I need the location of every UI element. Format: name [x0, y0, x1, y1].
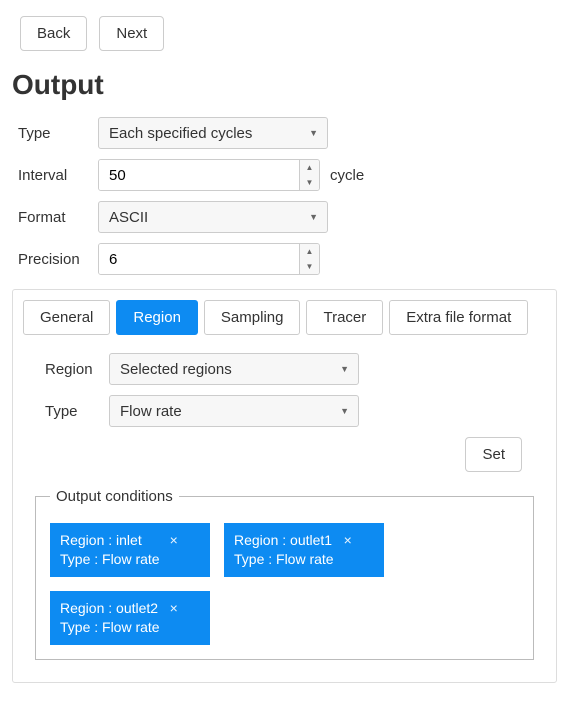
region-label: Region [27, 361, 109, 378]
type-select[interactable]: Each specified cycles [98, 117, 328, 149]
interval-step-up[interactable]: ▲ [300, 160, 319, 175]
page-title: Output [12, 69, 557, 101]
chip-region-line: Region : outlet1 [234, 531, 334, 550]
set-button[interactable]: Set [465, 437, 522, 472]
precision-label: Precision [12, 251, 98, 268]
region-type-label: Type [27, 403, 109, 420]
region-select[interactable]: Selected regions [109, 353, 359, 385]
back-button[interactable]: Back [20, 16, 87, 51]
chip-type-line: Type : Flow rate [60, 550, 160, 569]
tab-extra-file-format[interactable]: Extra file format [389, 300, 528, 335]
output-condition-chip[interactable]: Region : outlet1Type : Flow rate × [224, 523, 384, 577]
format-select[interactable]: ASCII [98, 201, 328, 233]
tab-region[interactable]: Region [116, 300, 198, 335]
output-condition-chip[interactable]: Region : outlet2Type : Flow rate × [50, 591, 210, 645]
tab-tracer[interactable]: Tracer [306, 300, 383, 335]
tab-general[interactable]: General [23, 300, 110, 335]
close-icon[interactable]: × [170, 533, 178, 547]
precision-step-up[interactable]: ▲ [300, 244, 319, 259]
output-conditions-group: Output conditions Region : inletType : F… [35, 488, 534, 660]
chip-region-line: Region : inlet [60, 531, 160, 550]
type-label: Type [12, 125, 98, 142]
precision-input[interactable] [99, 244, 299, 274]
chip-type-line: Type : Flow rate [234, 550, 334, 569]
close-icon[interactable]: × [344, 533, 352, 547]
output-panel: General Region Sampling Tracer Extra fil… [12, 289, 557, 683]
interval-step-down[interactable]: ▼ [300, 175, 319, 190]
interval-input[interactable] [99, 160, 299, 190]
output-conditions-legend: Output conditions [50, 488, 179, 505]
chip-region-line: Region : outlet2 [60, 599, 160, 618]
precision-step-down[interactable]: ▼ [300, 259, 319, 274]
output-condition-chip[interactable]: Region : inletType : Flow rate × [50, 523, 210, 577]
next-button[interactable]: Next [99, 16, 164, 51]
format-label: Format [12, 209, 98, 226]
tab-sampling[interactable]: Sampling [204, 300, 301, 335]
interval-label: Interval [12, 167, 98, 184]
chip-type-line: Type : Flow rate [60, 618, 160, 637]
interval-unit: cycle [330, 167, 364, 184]
region-type-select[interactable]: Flow rate [109, 395, 359, 427]
close-icon[interactable]: × [170, 601, 178, 615]
